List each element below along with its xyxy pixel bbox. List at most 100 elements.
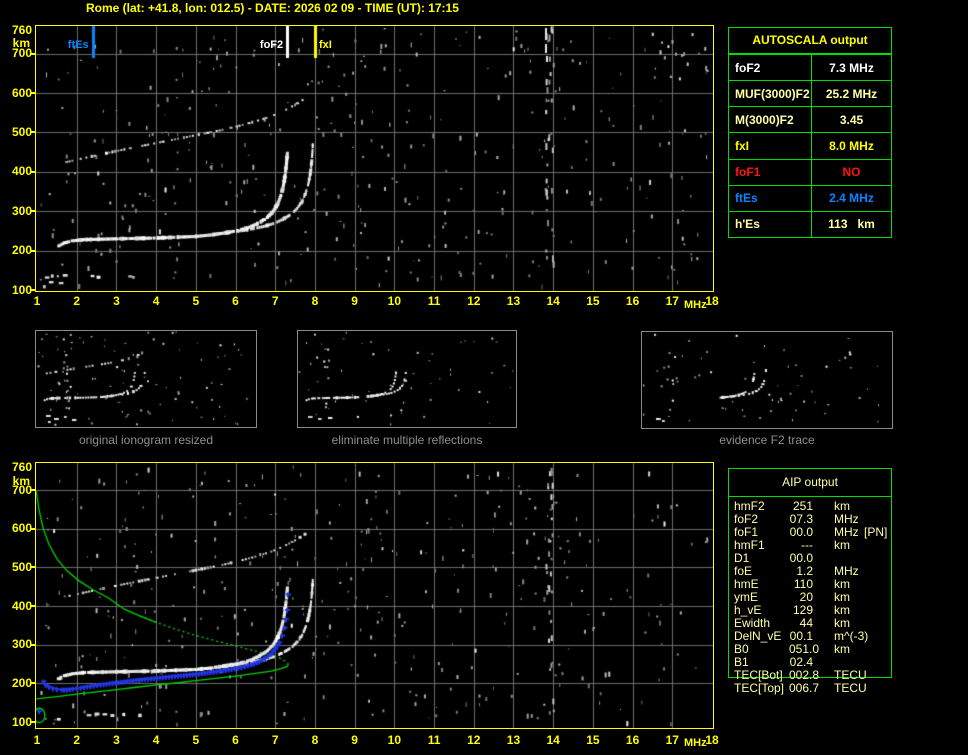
y-axis-label: 300	[0, 638, 32, 651]
aip-extra	[864, 591, 891, 604]
aip-extra	[864, 578, 891, 591]
aip-extra: [PN]	[864, 526, 891, 539]
x-axis-label: 17	[659, 734, 685, 746]
x-axis-label: 5	[183, 734, 209, 746]
y-axis-label: 760	[0, 24, 32, 37]
y-axis-tick	[30, 171, 36, 173]
aip-table-title: AIP output	[729, 469, 891, 497]
aip-unit: TECU	[813, 682, 864, 695]
y-axis-tick	[30, 92, 36, 94]
x-axis-label: 9	[342, 734, 368, 746]
autoscala-row: foF27.3 MHz	[729, 54, 891, 80]
y-axis-label: 700	[0, 47, 32, 60]
autoscala-param: MUF(3000)F2	[729, 81, 812, 106]
autoscala-value: 113 km	[812, 212, 891, 237]
x-axis-label: 16	[620, 295, 646, 307]
y-axis-label: 500	[0, 561, 32, 574]
x-axis-label: 15	[580, 734, 606, 746]
y-axis-label: 700	[0, 484, 32, 497]
x-axis-label: 18	[699, 295, 725, 307]
autoscala-row: M(3000)F23.45	[729, 106, 891, 132]
x-axis-label: 2	[64, 295, 90, 307]
autoscala-row: MUF(3000)F225.2 MHz	[729, 80, 891, 106]
y-axis-label: 400	[0, 165, 32, 178]
aip-extra	[864, 643, 891, 656]
y-axis-tick	[30, 528, 36, 530]
x-axis-label: 6	[223, 734, 249, 746]
x-axis-label: 5	[183, 295, 209, 307]
y-axis-tick	[30, 489, 36, 491]
y-axis-label: 500	[0, 126, 32, 139]
page-title: Rome (lat: +41.8, lon: 012.5) - DATE: 20…	[86, 1, 459, 15]
thumbnail-eliminate-reflections	[297, 330, 517, 428]
y-axis-tick	[30, 289, 36, 291]
y-axis-tick	[30, 682, 36, 684]
x-axis-label: 13	[500, 734, 526, 746]
autoscala-param: foF1	[729, 160, 812, 185]
x-axis-label: 3	[103, 734, 129, 746]
aip-output-table: AIP output hmF2251kmfoF207.3MHzfoF100.0M…	[728, 468, 892, 678]
thumbnail-caption: eliminate multiple reflections	[297, 433, 517, 447]
aip-extra	[864, 682, 891, 695]
aip-extra	[864, 630, 891, 643]
y-axis-label: 600	[0, 87, 32, 100]
x-axis-label: 14	[540, 734, 566, 746]
autoscala-value: 7.3 MHz	[812, 55, 891, 80]
autoscala-param: M(3000)F2	[729, 107, 812, 132]
x-axis-label: 9	[342, 295, 368, 307]
x-axis-label: 17	[659, 295, 685, 307]
x-axis-label: 12	[461, 734, 487, 746]
x-axis-label: 13	[500, 295, 526, 307]
y-axis-label: 200	[0, 677, 32, 690]
autoscala-row: foF1NO	[729, 159, 891, 185]
aip-extra	[864, 669, 891, 682]
ftes-marker-label: ftEs	[29, 39, 89, 51]
autoscala-value: 2.4 MHz	[812, 186, 891, 211]
x-axis-label: 1	[24, 734, 50, 746]
aip-extra	[864, 604, 891, 617]
y-axis-label: 600	[0, 522, 32, 535]
aip-val: 006.7	[789, 682, 813, 695]
aip-extra	[864, 617, 891, 630]
x-axis-label: 12	[461, 295, 487, 307]
y-axis-tick	[30, 53, 36, 55]
aip-extra	[864, 552, 891, 565]
x-axis-label: 1	[24, 295, 50, 307]
thumbnail-original-ionogram	[35, 330, 257, 428]
x-axis-label: 8	[302, 295, 328, 307]
y-axis-label: 300	[0, 205, 32, 218]
y-axis-tick	[30, 131, 36, 133]
x-axis-label: 11	[421, 295, 447, 307]
autoscala-param: h'Es	[729, 212, 812, 237]
autoscala-value: 25.2 MHz	[812, 81, 891, 106]
autoscala-row: ftEs2.4 MHz	[729, 185, 891, 211]
x-axis-label: 2	[64, 734, 90, 746]
autoscala-output-table: AUTOSCALA output foF27.3 MHzMUF(3000)F22…	[728, 27, 892, 238]
autoscala-value: 3.45	[812, 107, 891, 132]
fof2-marker-label: foF2	[223, 39, 283, 51]
y-axis-tick	[30, 605, 36, 607]
x-axis-label: 3	[103, 295, 129, 307]
x-axis-label: 6	[223, 295, 249, 307]
x-axis-label: 16	[620, 734, 646, 746]
thumbnail-evidence-f2-trace	[641, 331, 893, 429]
aip-unit: km	[813, 539, 864, 552]
y-axis-label: 100	[0, 716, 32, 729]
aip-extra	[864, 565, 891, 578]
y-axis-label: 400	[0, 600, 32, 613]
thumbnail-caption: evidence F2 trace	[641, 433, 893, 447]
x-axis-label: 4	[143, 295, 169, 307]
autoscala-value: NO	[812, 160, 891, 185]
y-axis-tick	[30, 210, 36, 212]
aip-unit: km	[813, 643, 864, 656]
autoscala-value: 8.0 MHz	[812, 133, 891, 158]
fxi-marker-label: fxI	[319, 39, 332, 51]
x-axis-label: 14	[540, 295, 566, 307]
x-axis-label: 10	[381, 734, 407, 746]
bottom-ionogram-canvas	[35, 462, 714, 729]
x-axis-label: 11	[421, 734, 447, 746]
y-axis-label: 200	[0, 244, 32, 257]
aip-name: TEC[Top]	[729, 682, 789, 695]
aip-extra	[864, 500, 891, 513]
y-axis-tick	[30, 250, 36, 252]
